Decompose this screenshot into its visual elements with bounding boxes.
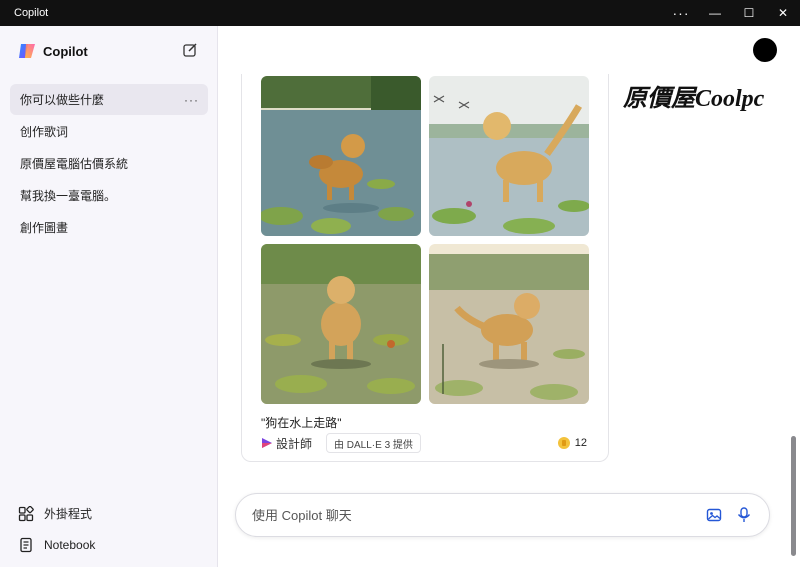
notebook-icon xyxy=(20,537,32,552)
new-chat-icon[interactable] xyxy=(182,42,198,58)
image-grid xyxy=(261,76,591,404)
scrollbar[interactable] xyxy=(791,436,796,556)
conversation-label: 你可以做些什麼 xyxy=(20,93,105,107)
window-title: Copilot xyxy=(14,7,49,19)
voice-input-button[interactable] xyxy=(729,500,759,530)
plugins-link[interactable]: 外掛程式 xyxy=(18,498,208,529)
conversation-label: 创作歌词 xyxy=(20,125,69,139)
conversation-item[interactable]: 你可以做些什麼 ··· xyxy=(10,84,208,115)
close-button[interactable]: ✕ xyxy=(766,0,800,26)
conversation-item[interactable]: 创作歌词 xyxy=(10,116,208,147)
brand-name: Copilot xyxy=(43,43,88,59)
user-avatar[interactable] xyxy=(753,38,777,62)
conversation-item[interactable]: 原價屋電腦估價系統 xyxy=(10,148,208,179)
generated-image[interactable] xyxy=(261,244,421,404)
maximize-button[interactable]: ☐ xyxy=(732,0,766,26)
conversation-label: 創作圖畫 xyxy=(20,221,69,235)
image-meta-bar: 設計師 由 DALL·E 3 提供 12 xyxy=(261,432,591,454)
designer-icon xyxy=(262,438,272,448)
chat-input-bar xyxy=(235,493,770,537)
image-upload-button[interactable] xyxy=(699,500,729,530)
sidebar-footer: 外掛程式 Notebook xyxy=(18,498,208,560)
image-caption: "狗在水上走路" xyxy=(261,416,342,430)
boost-icon xyxy=(557,437,570,449)
boost-count: 12 xyxy=(574,437,587,449)
minimize-button[interactable]: — xyxy=(698,0,732,26)
chat-input[interactable] xyxy=(252,507,699,523)
brand: Copilot xyxy=(18,42,88,60)
notebook-label: Notebook xyxy=(44,537,96,552)
designer-link[interactable]: 設計師 xyxy=(261,435,312,452)
conversation-more-button[interactable]: ··· xyxy=(184,93,208,107)
generated-image[interactable] xyxy=(429,244,589,404)
image-upload-icon xyxy=(706,508,722,522)
conversation-item[interactable]: 創作圖畫 xyxy=(10,212,208,243)
generated-image[interactable] xyxy=(261,76,421,236)
sidebar: Copilot 你可以做些什麼 ··· 创作歌词 原價屋電腦估價系統 幫我換一臺… xyxy=(0,26,218,567)
image-result-card: "狗在水上走路" 設計師 由 DALL·E 3 提供 12 xyxy=(241,74,609,462)
more-options-button[interactable]: ··· xyxy=(664,0,698,26)
microphone-icon xyxy=(737,507,751,522)
generated-image[interactable] xyxy=(429,76,589,236)
conversation-label: 幫我換一臺電腦。 xyxy=(20,189,117,203)
notebook-link[interactable]: Notebook xyxy=(18,529,208,560)
designer-label: 設計師 xyxy=(276,436,313,451)
conversation-list: 你可以做些什麼 ··· 创作歌词 原價屋電腦估價系統 幫我換一臺電腦。 創作圖畫 xyxy=(10,84,208,244)
plugins-icon xyxy=(18,505,34,521)
chat-area: "狗在水上走路" 設計師 由 DALL·E 3 提供 12 原價屋Coolpc xyxy=(219,26,800,567)
boost-counter: 12 xyxy=(557,437,587,449)
title-bar: Copilot ··· — ☐ ✕ xyxy=(0,0,800,26)
copilot-window: Copilot ··· — ☐ ✕ Copilot 你可以做些什麼 ··· 创作… xyxy=(0,0,800,567)
copilot-logo-icon xyxy=(19,44,35,58)
plugins-label: 外掛程式 xyxy=(44,507,93,521)
dalle-badge: 由 DALL·E 3 提供 xyxy=(326,433,421,453)
conversation-label: 原價屋電腦估價系統 xyxy=(20,157,129,171)
watermark-logo: 原價屋Coolpc xyxy=(623,86,765,112)
conversation-item[interactable]: 幫我換一臺電腦。 xyxy=(10,180,208,211)
